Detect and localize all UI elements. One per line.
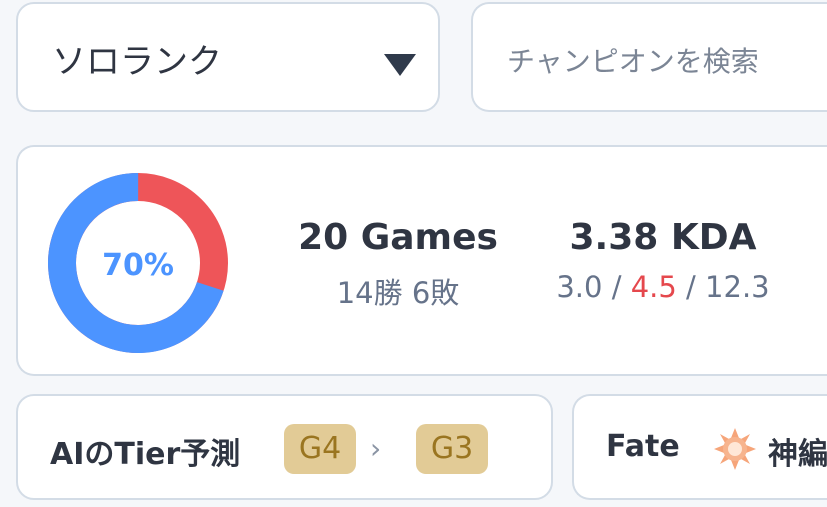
- games-count: 20 Games: [298, 217, 498, 258]
- sun-icon: [714, 428, 756, 470]
- queue-select-label: ソロランク: [52, 42, 222, 82]
- chevron-right-icon: ›: [370, 432, 382, 465]
- winrate-label: 70%: [102, 248, 174, 283]
- predicted-tier-badge: G3: [416, 424, 488, 474]
- assists-value: 12.3: [705, 270, 770, 304]
- kda-breakdown: 3.0 / 4.5 / 12.3: [538, 270, 788, 304]
- winrate-donut-chart: 70%: [48, 173, 228, 353]
- tier-prediction-title: AIのTier予測: [50, 437, 241, 472]
- games-stat: 20 Games 14勝 6敗: [288, 217, 508, 312]
- current-tier-badge: G4: [284, 424, 356, 474]
- stats-summary-card: 70% 20 Games 14勝 6敗 3.38 KDA 3.0 / 4.5 /…: [16, 145, 827, 376]
- kda-stat: 3.38 KDA 3.0 / 4.5 / 12.3: [538, 217, 788, 304]
- queue-select[interactable]: ソロランク: [16, 2, 440, 112]
- kda-separator: /: [611, 270, 622, 304]
- fate-card[interactable]: Fate 神編: [572, 394, 827, 500]
- kda-value: 3.38 KDA: [569, 217, 757, 258]
- ai-tier-prediction-card[interactable]: AIのTier予測 G4 › G3: [16, 394, 553, 500]
- champion-search-box[interactable]: [471, 2, 827, 112]
- deaths-value: 4.5: [630, 270, 677, 304]
- fate-title: Fate: [606, 429, 680, 464]
- kills-value: 3.0: [556, 270, 603, 304]
- win-loss-record: 14勝 6敗: [336, 276, 460, 310]
- caret-down-icon: [384, 54, 416, 76]
- kda-separator: /: [686, 270, 696, 304]
- champion-search-input[interactable]: [505, 38, 827, 84]
- fate-value: 神編: [768, 437, 827, 472]
